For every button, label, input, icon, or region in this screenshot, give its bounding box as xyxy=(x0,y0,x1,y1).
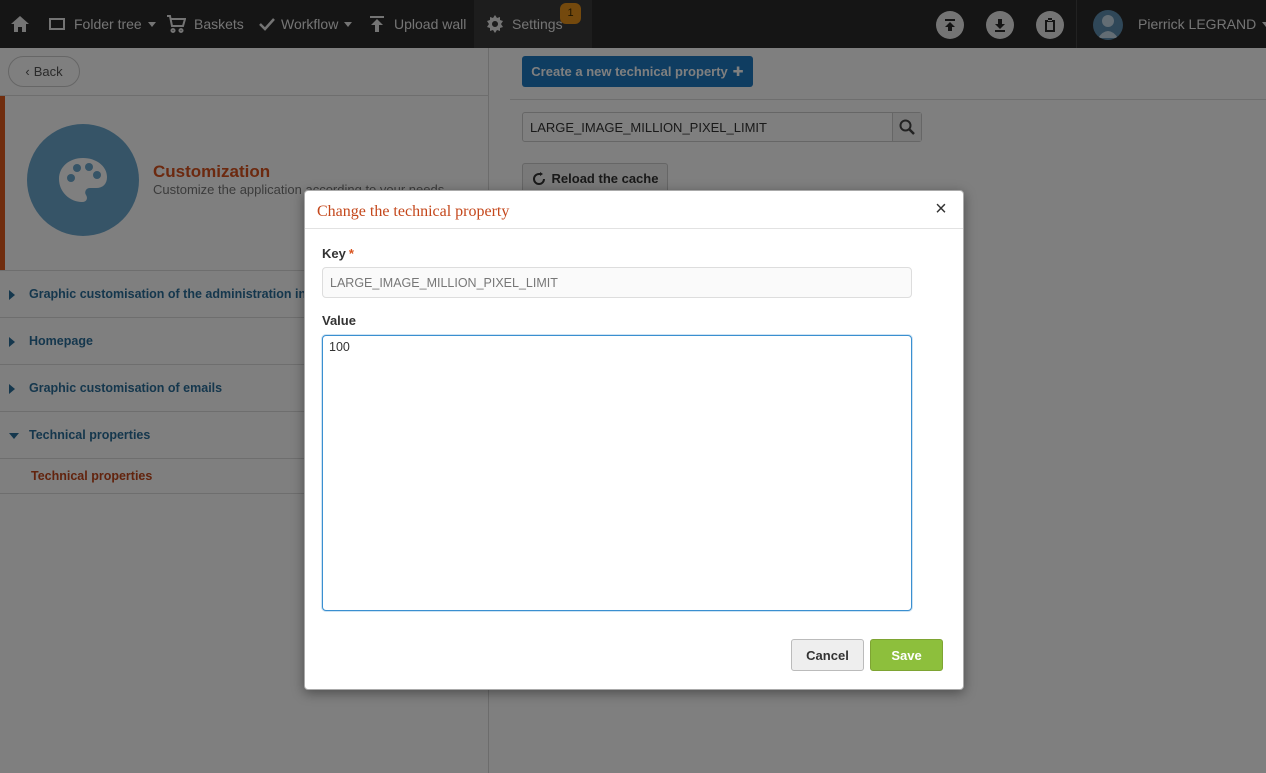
cancel-button[interactable]: Cancel xyxy=(791,639,864,671)
dialog-header: Change the technical property × xyxy=(305,191,963,229)
close-icon[interactable]: × xyxy=(931,199,951,219)
save-button[interactable]: Save xyxy=(870,639,943,671)
key-field: LARGE_IMAGE_MILLION_PIXEL_LIMIT xyxy=(322,267,912,298)
dialog-title: Change the technical property xyxy=(317,203,510,220)
edit-property-dialog: Change the technical property × Key * LAR… xyxy=(304,190,964,690)
required-marker: * xyxy=(348,246,354,261)
value-label: Value xyxy=(322,313,356,328)
key-label: Key * xyxy=(322,246,354,261)
key-label-text: Key xyxy=(322,246,346,261)
value-field[interactable]: 100 xyxy=(322,335,912,611)
